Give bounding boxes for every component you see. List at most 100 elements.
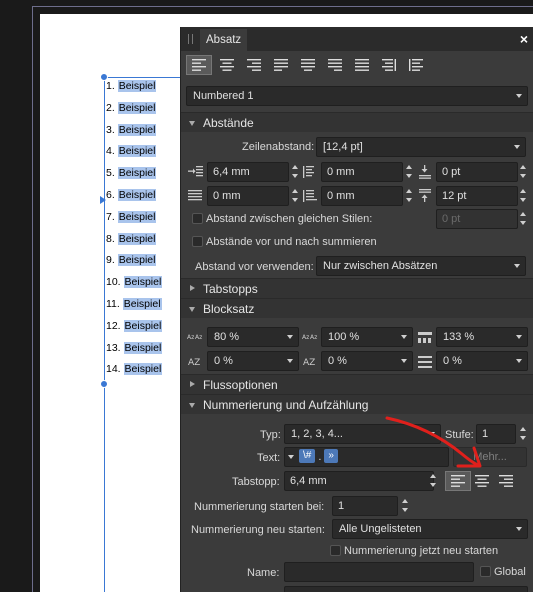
glyph-scaling-dropdown[interactable]: 133 % [436, 327, 528, 347]
section-tabstopps[interactable]: Tabstopps [181, 278, 533, 298]
right-indent-field[interactable]: 0 mm [207, 186, 289, 206]
svg-text:Az: Az [195, 334, 202, 341]
restart-numbering-dropdown[interactable]: Alle Ungelisteten [332, 519, 528, 539]
section-abstaende[interactable]: Abstände [181, 112, 533, 132]
paragraph-style-dropdown[interactable]: Numbered 1 [186, 86, 528, 106]
align-towards-spine-icon [382, 59, 396, 71]
min-word-spacing-dropdown[interactable]: 0 % [207, 351, 299, 371]
last-line-indent-field[interactable]: 0 mm [321, 186, 403, 206]
justify-left-button[interactable] [268, 55, 294, 75]
list-name-field[interactable] [284, 562, 474, 582]
list-tabstop-stepper[interactable] [429, 471, 437, 491]
align-right-button[interactable] [241, 55, 267, 75]
min-letter-spacing-icon: AZ [303, 358, 315, 368]
left-indent-field[interactable]: 6,4 mm [207, 162, 289, 182]
list-tabstop-field[interactable]: 6,4 mm [284, 471, 434, 491]
partial-field[interactable] [284, 586, 528, 592]
panel-titlebar[interactable]: Absatz × [181, 27, 533, 51]
list-type-dropdown[interactable]: 1, 2, 3, 4... [284, 424, 441, 444]
word-spacing-dropdown[interactable]: 80 % [207, 327, 299, 347]
list-item[interactable]: 5. Beispiel [106, 163, 186, 185]
min-letter-spacing-dropdown[interactable]: 0 % [321, 351, 413, 371]
panel-tab[interactable]: Absatz [200, 29, 248, 51]
section-nummerierung[interactable]: Nummerierung und Aufzählung [181, 394, 533, 414]
left-indent-stepper[interactable] [291, 162, 299, 182]
list-item[interactable]: 6. Beispiel [106, 185, 186, 207]
align-left-button[interactable] [186, 55, 212, 75]
space-before-stepper[interactable] [519, 162, 527, 182]
section-title: Blocksatz [203, 302, 255, 316]
list-item[interactable]: 2. Beispiel [106, 98, 186, 120]
align-away-from-spine-icon [409, 59, 423, 71]
space-after-stepper[interactable] [519, 186, 527, 206]
chevron-down-icon [189, 403, 195, 408]
glyph-scaling-value: 133 % [443, 331, 475, 343]
same-style-spacing-checkbox[interactable] [192, 213, 203, 224]
list-item[interactable]: 9. Beispiel [106, 250, 186, 272]
list-item[interactable]: 11. Beispiel [106, 294, 186, 316]
first-line-indent-field[interactable]: 0 mm [321, 162, 403, 182]
start-number-field[interactable]: 1 [332, 496, 398, 516]
first-line-indent-icon [303, 166, 314, 178]
list-item-text: Beispiel [117, 254, 157, 267]
list-name-label: Name: [247, 567, 280, 579]
line-spacing-dropdown[interactable]: [12,4 pt] [316, 137, 526, 157]
level-field[interactable]: 1 [476, 424, 516, 444]
list-item-number: 2. [106, 101, 115, 114]
list-item-number: 7. [106, 210, 115, 223]
justify-center-button[interactable] [295, 55, 321, 75]
right-indent-stepper[interactable] [291, 186, 299, 206]
align-towards-spine-button[interactable] [376, 55, 402, 75]
align-right-icon [247, 59, 261, 71]
list-item[interactable]: 8. Beispiel [106, 229, 186, 251]
justify-all-button[interactable] [349, 55, 375, 75]
justify-right-icon [328, 59, 342, 71]
list-item[interactable]: 13. Beispiel [106, 338, 186, 360]
use-space-before-label: Abstand vor verwenden: [195, 261, 314, 273]
list-item-number: 9. [106, 254, 115, 267]
list-item[interactable]: 14. Beispiel [106, 359, 186, 381]
list-align-right-button[interactable] [493, 471, 519, 491]
close-icon[interactable]: × [520, 31, 528, 47]
start-number-stepper[interactable] [401, 496, 409, 516]
more-button[interactable]: Mehr... [453, 447, 527, 467]
list-align-left-button[interactable] [445, 471, 471, 491]
list-item[interactable]: 3. Beispiel [106, 120, 186, 142]
list-item[interactable]: 7. Beispiel [106, 207, 186, 229]
list-item-text: Beispiel [117, 188, 157, 201]
restart-now-checkbox[interactable] [330, 545, 341, 556]
grip-icon[interactable] [188, 34, 193, 44]
global-checkbox[interactable] [480, 566, 491, 577]
sum-spacing-checkbox[interactable] [192, 236, 203, 247]
justify-right-button[interactable] [322, 55, 348, 75]
space-after-field[interactable]: 12 pt [436, 186, 518, 206]
list-item[interactable]: 4. Beispiel [106, 141, 186, 163]
list-align-center-button[interactable] [469, 471, 495, 491]
list-item[interactable]: 1. Beispiel [106, 76, 186, 98]
use-space-before-dropdown[interactable]: Nur zwischen Absätzen [316, 256, 526, 276]
align-center-button[interactable] [214, 55, 240, 75]
list-item-text: Beispiel [123, 363, 163, 376]
list-item[interactable]: 12. Beispiel [106, 316, 186, 338]
list-text-field[interactable]: \#.» [284, 447, 449, 467]
text-frame-handle[interactable] [100, 380, 108, 388]
letter-spacing-dropdown[interactable]: 100 % [321, 327, 413, 347]
numbered-list[interactable]: 1. Beispiel 2. Beispiel 3. Beispiel 4. Beis… [106, 76, 186, 381]
same-style-spacing-field[interactable]: 0 pt [436, 209, 518, 229]
first-line-indent-stepper[interactable] [405, 162, 413, 182]
align-away-from-spine-button[interactable] [403, 55, 429, 75]
space-before-field[interactable]: 0 pt [436, 162, 518, 182]
tab-token[interactable]: » [324, 449, 338, 463]
restart-numbering-label: Nummerierung neu starten: [191, 524, 325, 536]
same-style-spacing-stepper[interactable] [519, 209, 527, 229]
number-token[interactable]: \# [299, 449, 316, 463]
list-item[interactable]: 10. Beispiel [106, 272, 186, 294]
glyph-scaling-icon [418, 332, 432, 343]
level-stepper[interactable] [519, 424, 527, 444]
section-flussoptionen[interactable]: Flussoptionen [181, 374, 533, 394]
max-glyph-scaling-dropdown[interactable]: 0 % [436, 351, 528, 371]
chevron-down-icon [514, 264, 520, 268]
section-blocksatz[interactable]: Blocksatz [181, 298, 533, 318]
last-line-indent-stepper[interactable] [405, 186, 413, 206]
list-item-text: Beispiel [117, 80, 157, 92]
